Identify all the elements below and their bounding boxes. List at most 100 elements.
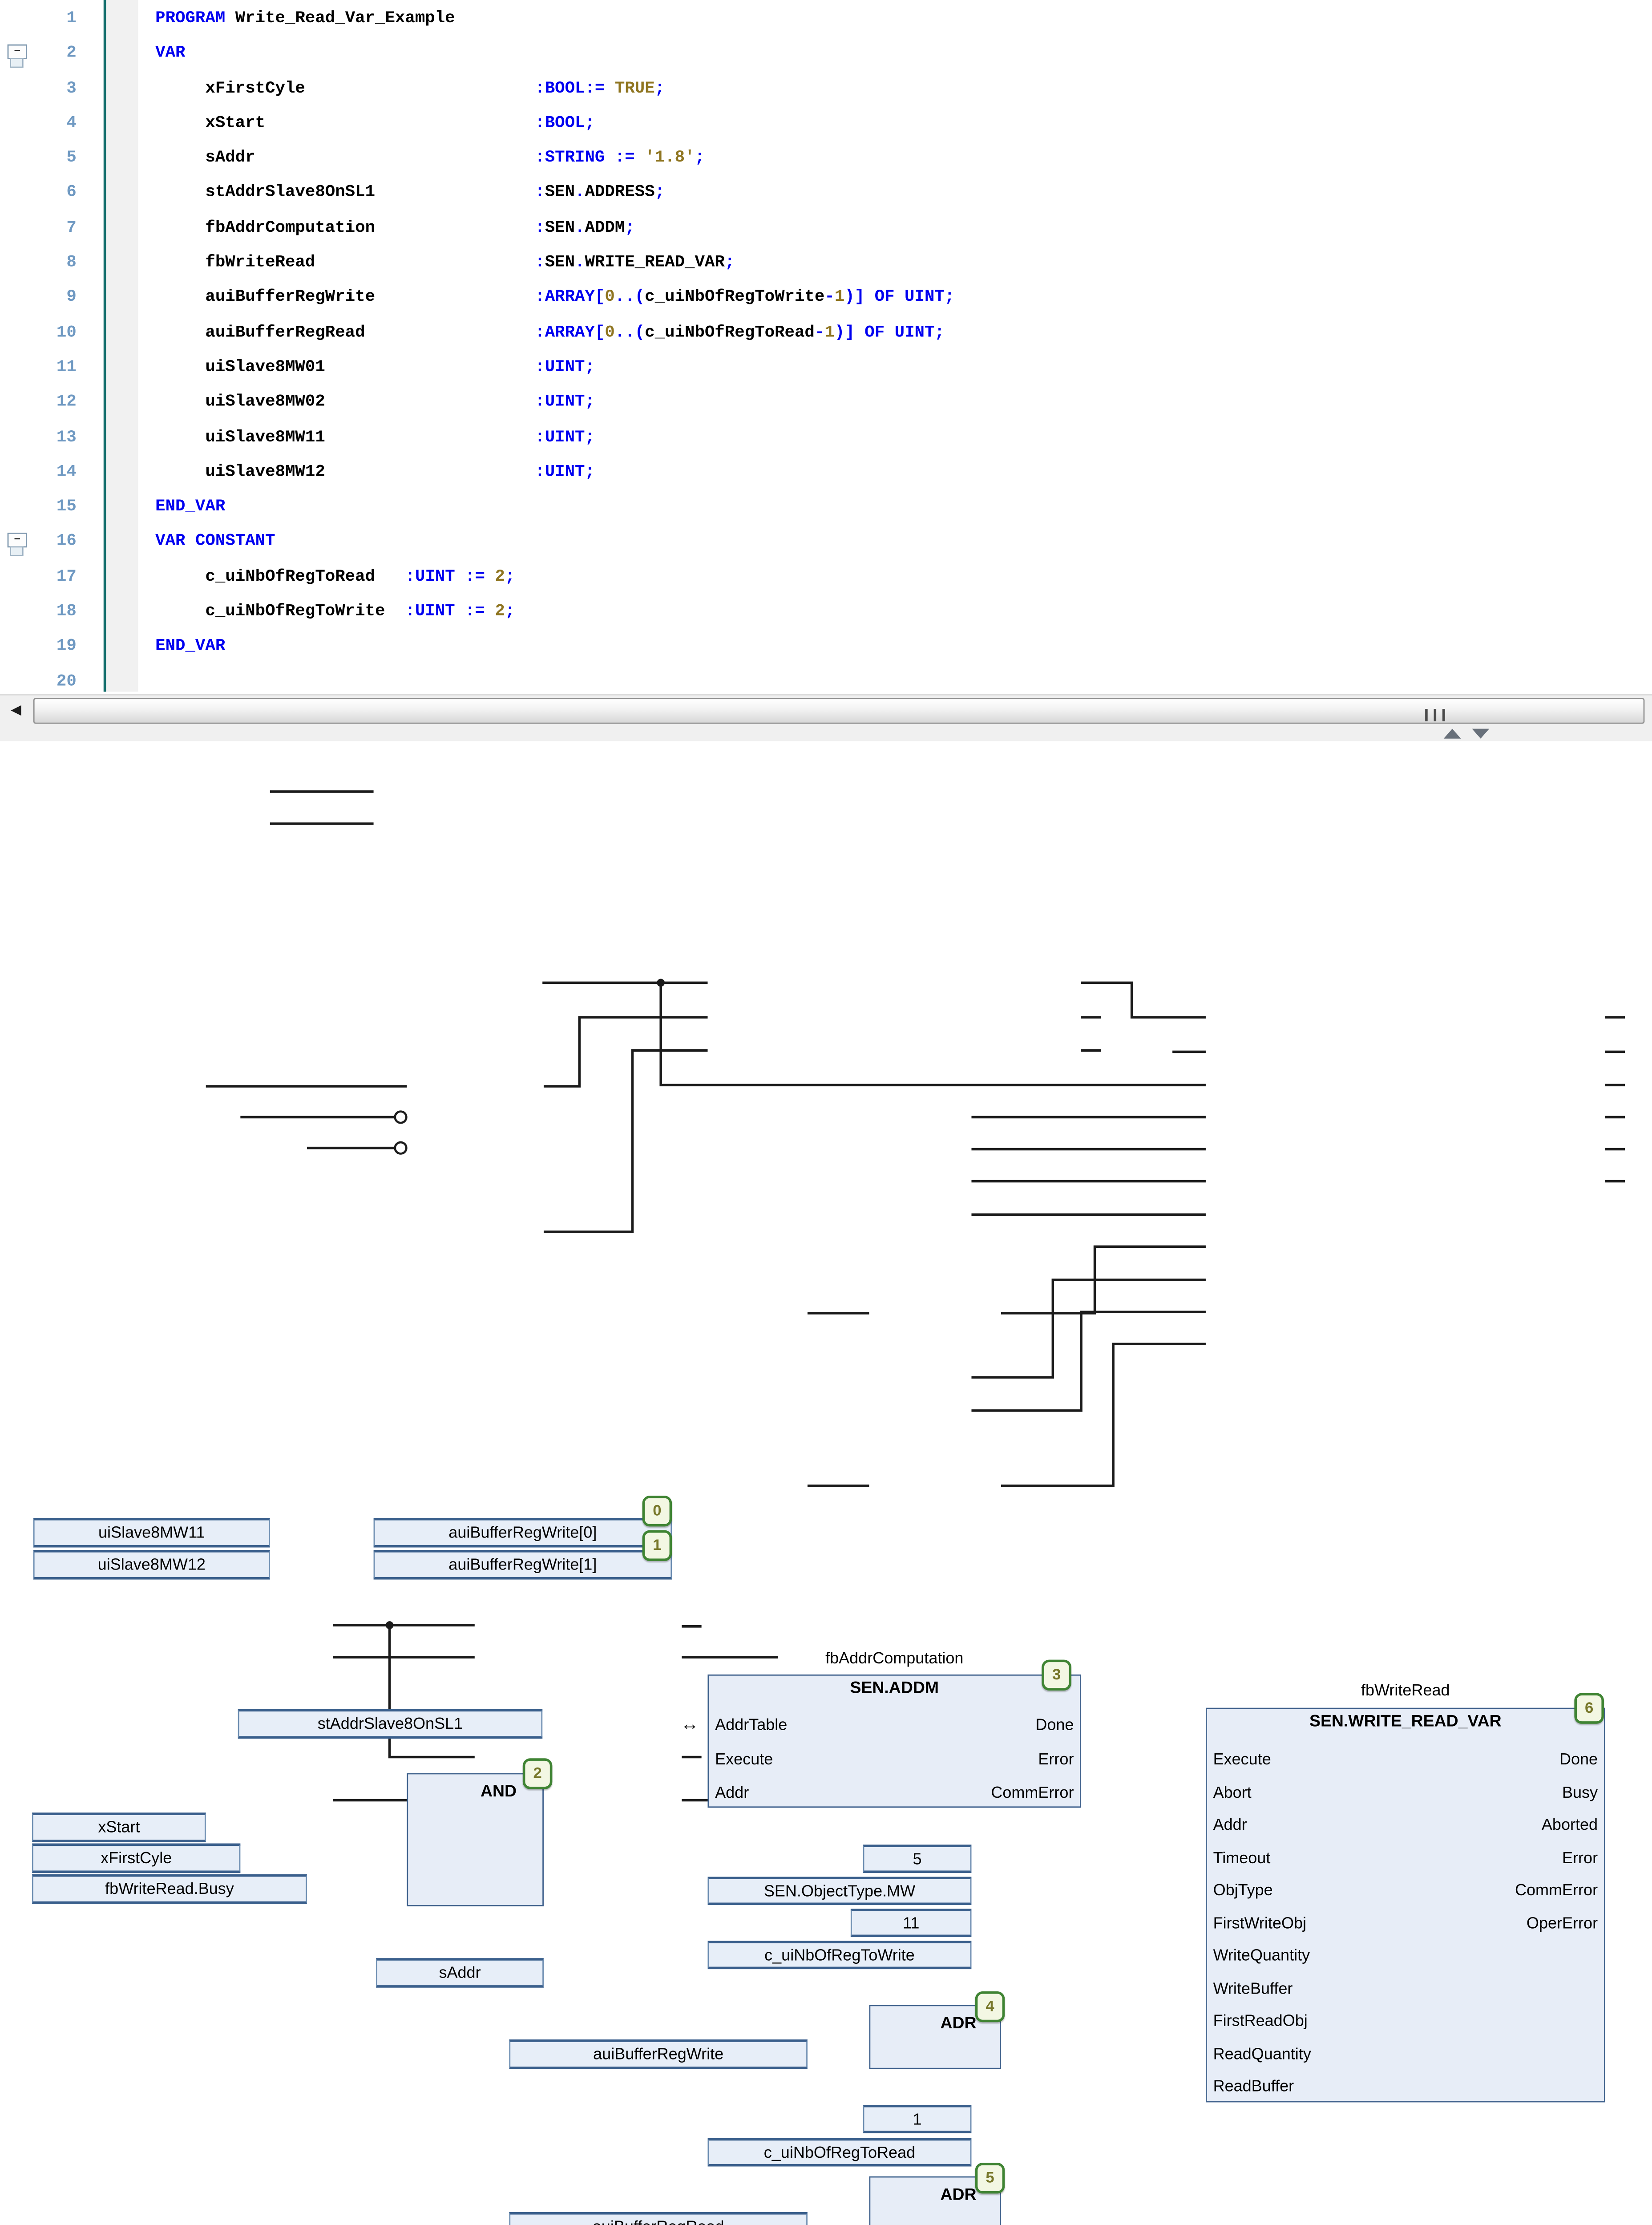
operand-box[interactable]: uiSlave8MW12 [33, 1550, 270, 1580]
input-pin-label[interactable]: ReadQuantity [1213, 2045, 1311, 2063]
operand-box[interactable]: 1 [863, 2105, 972, 2133]
fbd-editor[interactable]: uiSlave8MW11 uiSlave8MW12 auiBufferRegWr… [0, 741, 1652, 1927]
output-pin-label[interactable]: CommError [991, 1784, 1074, 1801]
network-badge: 0 [642, 1496, 672, 1526]
code-line[interactable]: 19END_VAR [0, 631, 1652, 665]
code-text: fbWriteRead :SEN.WRITE_READ_VAR; [155, 254, 735, 273]
code-line[interactable]: 1PROGRAM Write_Read_Var_Example [0, 3, 1652, 37]
operand-box[interactable]: fbWriteRead.Busy [32, 1874, 307, 1904]
operand-box[interactable]: 5 [863, 1845, 972, 1873]
line-number: 8 [0, 247, 94, 281]
code-line[interactable]: 15END_VAR [0, 491, 1652, 526]
input-pin-label[interactable]: WriteBuffer [1213, 1980, 1293, 1997]
assign-box[interactable]: auiBufferRegWrite[0] [374, 1518, 672, 1548]
code-line[interactable]: 13 uiSlave8MW11 :UINT; [0, 421, 1652, 456]
fold-collapse-icon[interactable]: − [8, 533, 27, 556]
code-line[interactable]: 14 uiSlave8MW12 :UINT; [0, 456, 1652, 491]
assign-box[interactable]: auiBufferRegWrite[1] [374, 1550, 672, 1580]
code-line[interactable]: 8 fbWriteRead :SEN.WRITE_READ_VAR; [0, 247, 1652, 281]
network-badge: 5 [975, 2163, 1005, 2193]
input-pin-label[interactable]: FirstWriteObj [1213, 1914, 1307, 1932]
output-pin-label[interactable]: Busy [1562, 1784, 1598, 1801]
output-pin-label[interactable]: Done [1035, 1716, 1074, 1734]
input-pin-label[interactable]: Timeout [1213, 1849, 1271, 1866]
code-line[interactable]: 2VAR [0, 37, 1652, 72]
code-text: c_uiNbOfRegToRead :UINT := 2; [155, 568, 515, 587]
splitter-up-icon[interactable] [1444, 729, 1461, 739]
operand-label: 11 [852, 1911, 970, 1936]
input-pin-label[interactable]: Abort [1213, 1784, 1252, 1801]
line-number: 5 [0, 142, 94, 177]
code-text: uiSlave8MW11 :UINT; [155, 429, 595, 447]
code-line[interactable]: 11 uiSlave8MW01 :UINT; [0, 352, 1652, 386]
code-line[interactable]: 6 stAddrSlave8OnSL1 :SEN.ADDRESS; [0, 177, 1652, 212]
input-pin-label[interactable]: Addr [715, 1784, 749, 1801]
operand-box[interactable]: uiSlave8MW11 [33, 1518, 270, 1548]
addm-block[interactable]: SEN.ADDM AddrTableExecuteAddrDoneErrorCo… [707, 1675, 1081, 1808]
operand-label: xFirstCyle [33, 1846, 239, 1870]
line-number: 20 [0, 665, 94, 692]
and-block[interactable]: AND [407, 1773, 544, 1906]
code-text: uiSlave8MW02 :UINT; [155, 394, 595, 413]
input-pin-label[interactable]: WriteQuantity [1213, 1947, 1310, 1964]
network-badge: 6 [1574, 1693, 1604, 1723]
splitter-down-icon[interactable] [1472, 729, 1489, 739]
input-pin-label[interactable]: Execute [1213, 1751, 1271, 1768]
input-pin-label[interactable]: ReadBuffer [1213, 2078, 1294, 2095]
input-pin-label[interactable]: FirstReadObj [1213, 2012, 1308, 2030]
code-line[interactable]: 7 fbAddrComputation :SEN.ADDM; [0, 212, 1652, 247]
block-type-label: SEN.WRITE_READ_VAR [1207, 1711, 1604, 1730]
operand-box[interactable]: xFirstCyle [32, 1843, 240, 1873]
code-line[interactable]: 16VAR CONSTANT [0, 526, 1652, 561]
inout-pin-marker: ↔ [681, 1714, 699, 1735]
operand-box[interactable]: c_uiNbOfRegToRead [707, 2138, 971, 2167]
code-line[interactable]: 17 c_uiNbOfRegToRead :UINT := 2; [0, 561, 1652, 595]
code-editor[interactable]: 1PROGRAM Write_Read_Var_Example2VAR3 xFi… [0, 0, 1652, 692]
operand-box[interactable]: stAddrSlave8OnSL1 [238, 1709, 542, 1739]
line-number: 6 [0, 177, 94, 212]
operand-label: sAddr [377, 1961, 542, 1985]
output-pin-label[interactable]: Error [1038, 1750, 1074, 1768]
code-line[interactable]: 4 xStart :BOOL; [0, 107, 1652, 142]
write-read-var-block[interactable]: SEN.WRITE_READ_VAR Execute Abort Addr Timeo… [1206, 1708, 1605, 2103]
editor-splitter [0, 725, 1652, 742]
operand-label: c_uiNbOfRegToRead [709, 2140, 970, 2165]
code-text: c_uiNbOfRegToWrite :UINT := 2; [155, 603, 515, 622]
network-badge: 1 [642, 1530, 672, 1561]
code-line[interactable]: 18 c_uiNbOfRegToWrite :UINT := 2; [0, 595, 1652, 630]
code-line[interactable]: 9 auiBufferRegWrite :ARRAY[0..(c_uiNbOfR… [0, 282, 1652, 316]
input-pin-label[interactable]: Execute [715, 1750, 773, 1768]
output-pin-label[interactable]: Error [1562, 1849, 1598, 1866]
code-line[interactable]: 12 uiSlave8MW02 :UINT; [0, 386, 1652, 421]
code-line[interactable]: 20 [0, 665, 1652, 692]
horizontal-scrollbar[interactable]: ◀ [0, 694, 1652, 726]
code-line[interactable]: 5 sAddr :STRING := '1.8'; [0, 142, 1652, 177]
line-number: 17 [0, 561, 94, 595]
input-pin-label[interactable]: ObjType [1213, 1881, 1273, 1899]
fold-collapse-icon[interactable]: − [8, 44, 27, 68]
operand-box[interactable]: xStart [32, 1812, 206, 1842]
code-line[interactable]: 3 xFirstCyle :BOOL:= TRUE; [0, 72, 1652, 107]
operand-label: stAddrSlave8OnSL1 [239, 1711, 541, 1736]
operand-box[interactable]: auiBufferRegWrite [509, 2039, 808, 2069]
code-text: xFirstCyle :BOOL:= TRUE; [155, 80, 665, 98]
input-pin-label[interactable]: Addr [1213, 1816, 1247, 1834]
line-number: 15 [0, 491, 94, 526]
operand-label: xStart [33, 1815, 205, 1840]
operand-box[interactable]: 11 [851, 1909, 972, 1937]
operand-box[interactable]: c_uiNbOfRegToWrite [707, 1941, 971, 1969]
scrollbar-left-arrow-icon[interactable]: ◀ [5, 698, 27, 722]
operand-box[interactable]: sAddr [376, 1958, 544, 1988]
operand-box[interactable]: SEN.ObjectType.MW [707, 1877, 971, 1905]
output-pin-label[interactable]: CommError [1515, 1881, 1598, 1899]
output-pin-label[interactable]: Aborted [1542, 1816, 1598, 1834]
output-pin-label[interactable]: Done [1559, 1751, 1598, 1768]
operand-label: 5 [864, 1847, 970, 1872]
code-text: sAddr :STRING := '1.8'; [155, 150, 705, 168]
code-line[interactable]: 10 auiBufferRegRead :ARRAY[0..(c_uiNbOfR… [0, 316, 1652, 351]
operand-box[interactable]: auiBufferRegRead [509, 2212, 808, 2225]
output-pin-label[interactable]: OperError [1527, 1914, 1598, 1932]
code-text: END_VAR [155, 638, 225, 657]
scrollbar-thumb[interactable] [33, 698, 1645, 724]
input-pin-label[interactable]: AddrTable [715, 1716, 787, 1734]
